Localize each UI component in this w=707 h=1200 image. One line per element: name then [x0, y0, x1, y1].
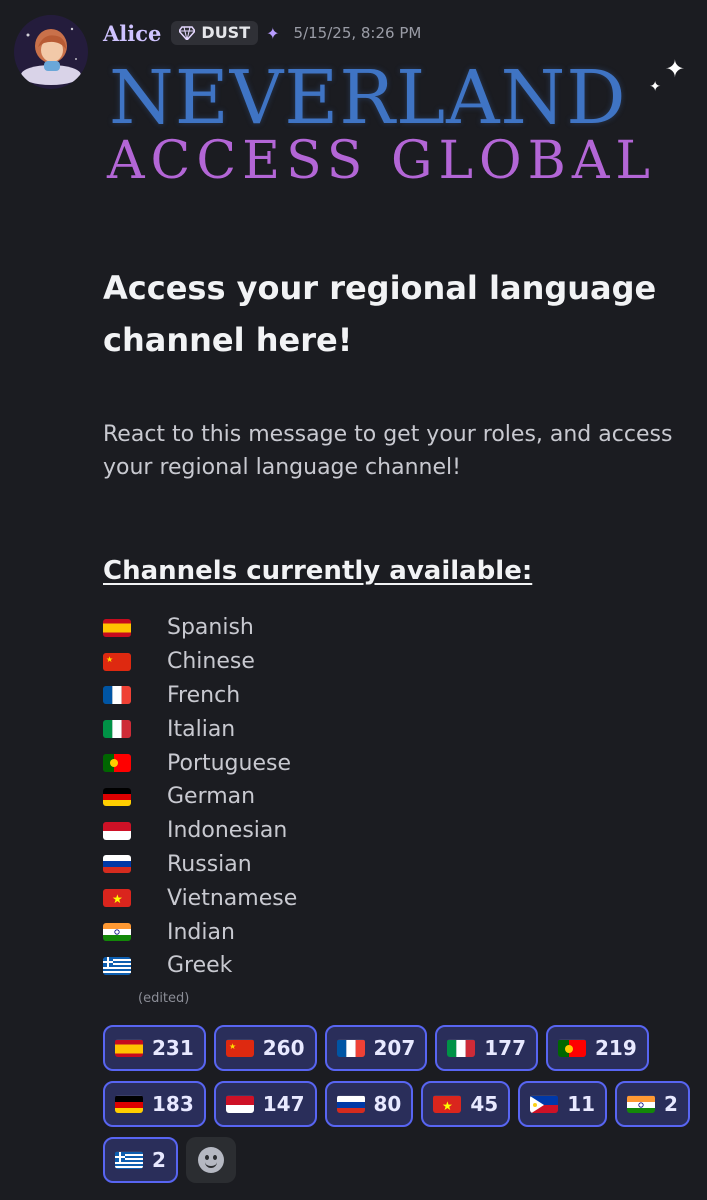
reaction-button[interactable]: ★ 45	[421, 1081, 511, 1127]
italy-flag-icon	[103, 720, 131, 739]
channel-label: French	[167, 682, 241, 708]
banner-subtitle: ACCESS GLOBAL	[107, 131, 656, 191]
germany-flag-icon	[115, 1095, 143, 1113]
message-heading: Access your regional language channel he…	[103, 269, 657, 359]
message-body: React to this message to get your roles,…	[103, 422, 673, 480]
channel-label: Spanish	[167, 615, 254, 641]
list-item: ★ Vietnamese	[103, 881, 297, 915]
reaction-count: 80	[373, 1092, 402, 1116]
channel-label: Italian	[167, 716, 236, 742]
list-item: ★ Chinese	[103, 645, 255, 679]
reaction-button[interactable]: 2	[615, 1081, 690, 1127]
sparkle-icon: ✦	[266, 23, 280, 43]
reaction-count: 2	[152, 1148, 166, 1172]
avatar[interactable]	[14, 15, 88, 89]
indonesia-flag-icon	[103, 821, 131, 840]
server-tag[interactable]: DUST	[171, 21, 259, 45]
reaction-button[interactable]: ★ 260	[213, 1025, 317, 1071]
list-item: Indian	[103, 915, 235, 949]
list-item: Greek	[103, 949, 232, 983]
china-flag-icon: ★	[225, 1039, 254, 1057]
username[interactable]: Alice	[103, 21, 161, 46]
channel-label: Indian	[167, 919, 235, 945]
add-reaction-button[interactable]	[185, 1137, 236, 1183]
reaction-count: 231	[152, 1036, 194, 1060]
svg-text:★: ★	[106, 655, 113, 664]
gem-icon	[179, 25, 196, 40]
india-flag-icon	[103, 923, 131, 942]
russia-flag-icon	[103, 855, 131, 874]
philippines-flag-icon	[530, 1095, 559, 1113]
greece-flag-icon	[115, 1151, 143, 1169]
banner-image: NEVERLAND ACCESS GLOBAL ✦ ✦	[103, 55, 693, 195]
germany-flag-icon	[103, 787, 131, 806]
timestamp: 5/15/25, 8:26 PM	[293, 24, 422, 42]
list-item: Indonesian	[103, 814, 287, 848]
reaction-count: 260	[262, 1036, 305, 1060]
channel-label: Greek	[167, 953, 233, 979]
reaction-button[interactable]: 183	[103, 1081, 206, 1127]
message-header: Alice DUST ✦ 5/15/25, 8:26 PM	[103, 18, 421, 48]
sparkle-icon: ✦	[664, 55, 685, 83]
india-flag-icon	[627, 1095, 656, 1113]
france-flag-icon	[103, 686, 131, 705]
list-item: Portuguese	[103, 746, 291, 780]
channel-list: Spanish ★ Chinese French Italian Portugu…	[103, 611, 297, 983]
channel-label: Russian	[167, 851, 252, 877]
edited-label: (edited)	[138, 991, 190, 1006]
reaction-button[interactable]: 207	[324, 1025, 428, 1071]
greece-flag-icon	[103, 956, 131, 975]
france-flag-icon	[336, 1039, 365, 1057]
svg-text:★: ★	[442, 1099, 453, 1113]
vietnam-flag-icon: ★	[433, 1095, 462, 1113]
sparkle-icon: ✦	[649, 79, 661, 95]
channel-label: Portuguese	[167, 750, 291, 776]
vietnam-flag-icon: ★	[103, 889, 131, 908]
list-item: Russian	[103, 848, 252, 882]
channel-label: German	[167, 784, 256, 810]
reaction-button[interactable]: 177	[435, 1025, 538, 1071]
reaction-button[interactable]: 11	[518, 1081, 608, 1127]
channel-label: Vietnamese	[167, 885, 298, 911]
channel-label: Indonesian	[167, 818, 288, 844]
list-item: German	[103, 780, 255, 814]
reaction-count: 11	[567, 1092, 596, 1116]
reaction-count: 219	[595, 1036, 637, 1060]
reaction-button[interactable]: 80	[324, 1081, 414, 1127]
spain-flag-icon	[103, 618, 131, 637]
spain-flag-icon	[115, 1039, 143, 1057]
russia-flag-icon	[336, 1095, 365, 1113]
reaction-button[interactable]: 2	[103, 1137, 178, 1183]
portugal-flag-icon	[558, 1039, 586, 1057]
list-item: Italian	[103, 712, 235, 746]
china-flag-icon: ★	[103, 652, 131, 671]
reaction-count: 177	[484, 1036, 526, 1060]
channel-label: Chinese	[167, 649, 255, 675]
portugal-flag-icon	[103, 754, 131, 773]
banner-title: NEVERLAND	[109, 55, 627, 141]
reaction-count: 183	[152, 1092, 194, 1116]
svg-text:★: ★	[229, 1042, 236, 1051]
list-item: Spanish	[103, 611, 254, 645]
smiley-icon	[197, 1147, 224, 1173]
reaction-button[interactable]: 231	[103, 1025, 206, 1071]
indonesia-flag-icon	[225, 1095, 254, 1113]
reaction-button[interactable]: 219	[546, 1025, 649, 1071]
reaction-count: 207	[373, 1036, 416, 1060]
channels-subheading: Channels currently available:	[103, 556, 533, 586]
list-item: French	[103, 679, 240, 713]
reaction-button[interactable]: 147	[213, 1081, 317, 1127]
reaction-count: 45	[470, 1092, 499, 1116]
svg-text:★: ★	[112, 892, 123, 906]
reaction-count: 2	[664, 1092, 678, 1116]
server-tag-label: DUST	[201, 23, 251, 42]
reaction-bar: 231 ★ 260 207 177 219 183 147 80 ★ 45 11…	[103, 1025, 703, 1193]
reaction-count: 147	[262, 1092, 305, 1116]
italy-flag-icon	[447, 1039, 476, 1057]
